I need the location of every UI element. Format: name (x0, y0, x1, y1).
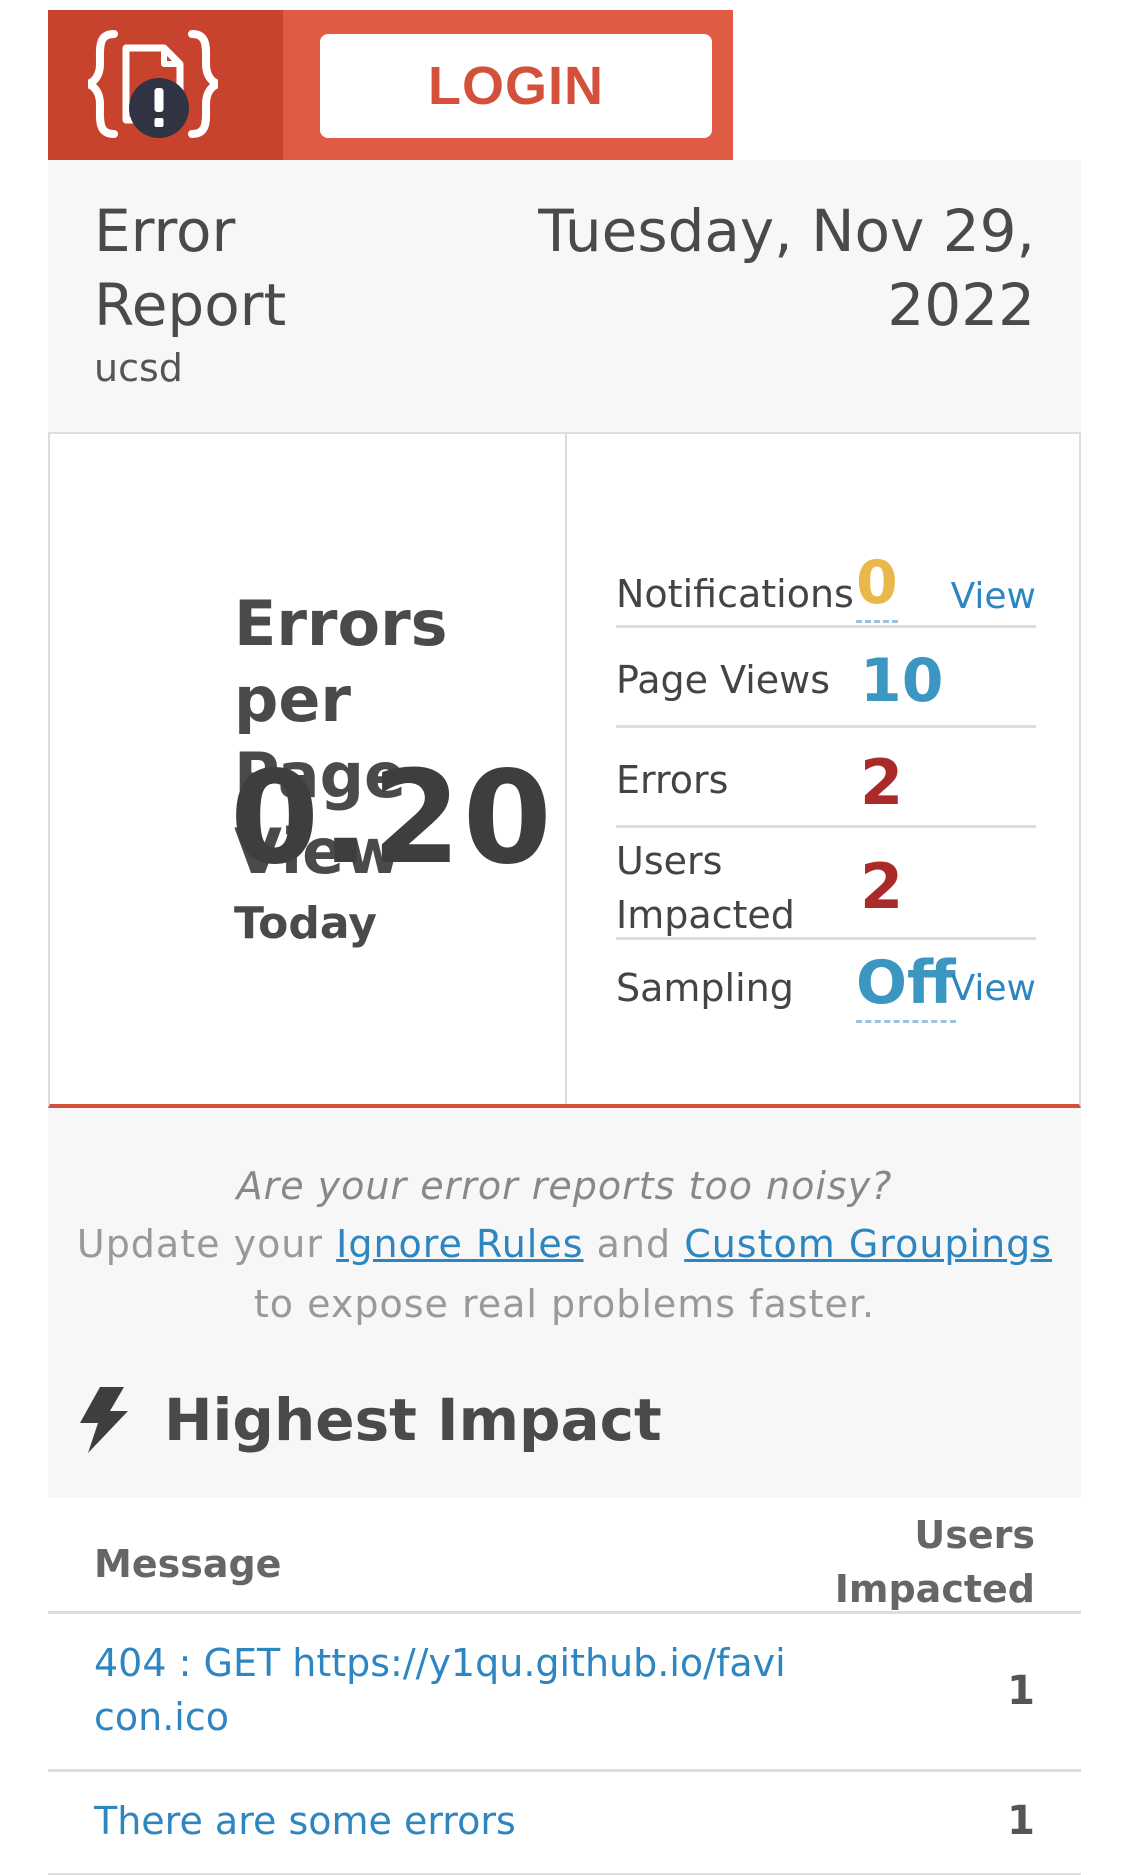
ignore-rules-link[interactable]: Ignore Rules (336, 1222, 583, 1266)
errors-per-page-view-value: 0.20 (230, 744, 554, 893)
project-name: ucsd (94, 346, 183, 390)
users-impacted-count: 1 (1007, 1668, 1035, 1714)
report-title-band: Error Report ucsd Tuesday, Nov 29, 2022 (48, 160, 1081, 432)
logo[interactable] (48, 10, 283, 160)
errors-value: 2 (860, 746, 904, 819)
stat-row-page-views: Page Views 10 (616, 628, 1036, 728)
notifications-label: Notifications (616, 572, 854, 616)
report-title: Error Report ucsd (94, 194, 286, 390)
highest-impact-table: Message Users Impacted 404 : GET https:/… (48, 1498, 1081, 1875)
errors-per-page-view-panel: Errors per Page View 0.20 Today (50, 434, 567, 1104)
errors-label: Errors (616, 758, 729, 802)
highest-impact-heading: Highest Impact (78, 1386, 662, 1454)
noise-tip-prefix: Update your (76, 1222, 337, 1266)
login-button[interactable]: LOGIN (320, 34, 712, 138)
stats-list: Notifications 0 View Page Views 10 Error… (616, 530, 1036, 1024)
stat-row-notifications: Notifications 0 View (616, 530, 1036, 628)
sampling-value[interactable]: Off (856, 948, 956, 1023)
report-date: Tuesday, Nov 29, 2022 (538, 194, 1035, 342)
period-label: Today (234, 898, 377, 949)
noise-question: Are your error reports too noisy? (236, 1164, 893, 1208)
column-header-users-line2: Impacted (834, 1567, 1035, 1611)
report-date-line2: 2022 (887, 271, 1035, 339)
noise-tip-section: Are your error reports too noisy? Update… (48, 1108, 1081, 1498)
users-impacted-label: Users Impacted (616, 834, 846, 942)
highest-impact-title: Highest Impact (164, 1386, 662, 1454)
sampling-view-link[interactable]: View (951, 968, 1036, 1009)
table-header: Message Users Impacted (48, 1498, 1081, 1614)
stats-panel: Errors per Page View 0.20 Today Notifica… (48, 432, 1081, 1108)
stat-row-errors: Errors 2 (616, 728, 1036, 828)
page-views-value: 10 (860, 646, 944, 716)
column-header-users-impacted: Users Impacted (835, 1508, 1035, 1616)
noise-tip-suffix: to expose real problems faster. (253, 1282, 876, 1326)
table-row: 404 : GET https://y1qu.github.io/favicon… (48, 1614, 1081, 1772)
users-impacted-label-line2: Impacted (616, 893, 795, 937)
report-date-line1: Tuesday, Nov 29, (538, 197, 1035, 265)
notifications-view-link[interactable]: View (951, 576, 1036, 617)
stat-row-users-impacted: Users Impacted 2 (616, 828, 1036, 940)
page-views-label: Page Views (616, 658, 831, 702)
sampling-label: Sampling (616, 966, 794, 1010)
users-impacted-value: 2 (860, 850, 904, 923)
report-title-line1: Error (94, 197, 236, 265)
page: LOGIN Error Report ucsd Tuesday, Nov 29,… (48, 10, 1081, 1875)
report-title-line2: Report (94, 271, 287, 339)
column-header-users-line1: Users (914, 1513, 1035, 1557)
error-braces-icon (88, 30, 218, 138)
column-header-message: Message (94, 1542, 282, 1586)
error-message-link[interactable]: There are some errors (94, 1794, 794, 1848)
users-impacted-label-line1: Users (616, 839, 723, 883)
error-message-link[interactable]: 404 : GET https://y1qu.github.io/favicon… (94, 1636, 794, 1744)
users-impacted-count: 1 (1007, 1798, 1035, 1844)
notifications-value[interactable]: 0 (856, 548, 898, 623)
noise-tip-middle: and (583, 1222, 685, 1266)
errors-per-page-view-label-line1: Errors per (234, 587, 448, 736)
noise-tip: Update your Ignore Rules and Custom Grou… (68, 1214, 1061, 1334)
table-row: There are some errors 1 (48, 1772, 1081, 1875)
custom-groupings-link[interactable]: Custom Groupings (684, 1222, 1052, 1266)
stat-row-sampling: Sampling Off View (616, 940, 1036, 1024)
lightning-bolt-icon (80, 1387, 128, 1453)
app-header: LOGIN (48, 10, 733, 160)
